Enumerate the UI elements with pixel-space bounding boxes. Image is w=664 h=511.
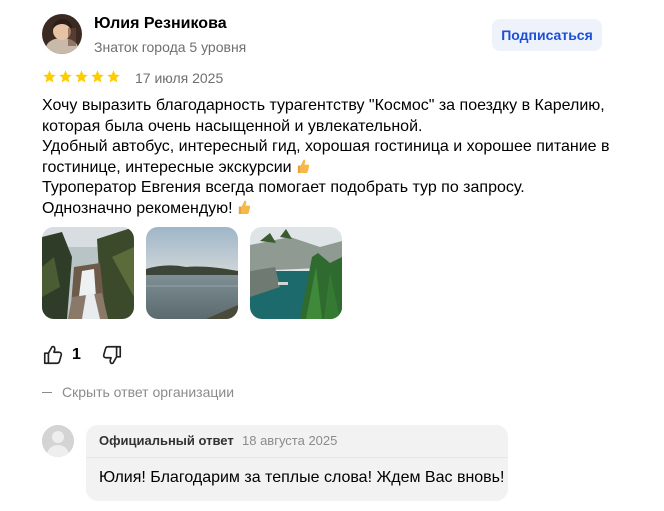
like-count: 1: [72, 346, 81, 363]
star-icon: [75, 70, 88, 83]
rating-stars: [42, 69, 121, 84]
star-icon: [59, 70, 72, 83]
review-text: Хочу выразить благодарность турагентству…: [42, 96, 622, 219]
author-level: Знаток города 5 уровня: [94, 39, 247, 55]
review-paragraph: Хочу выразить благодарность турагентству…: [42, 96, 622, 137]
subscribe-button[interactable]: Подписаться: [492, 19, 602, 51]
hide-answer-toggle[interactable]: Скрыть ответ организации: [42, 384, 234, 400]
star-icon: [107, 70, 120, 83]
review-line: Однозначно рекомендую!: [42, 199, 233, 217]
review-paragraph: Удобный автобус, интересный гид, хорошая…: [42, 137, 622, 178]
review-paragraph: Однозначно рекомендую!: [42, 199, 622, 220]
organization-avatar: [42, 425, 74, 457]
like-button[interactable]: 1: [42, 344, 81, 366]
review-line: Удобный автобус, интересный гид, хорошая…: [42, 138, 610, 176]
official-answer-label: Официальный ответ: [99, 433, 234, 448]
official-answer-text: Юлия! Благодарим за теплые слова! Ждем В…: [99, 469, 505, 486]
dash-icon: [42, 391, 52, 393]
hide-answer-label: Скрыть ответ организации: [62, 384, 235, 400]
review-paragraph: Туроператор Евгения всегда помогает подо…: [42, 178, 622, 199]
thumb-down-icon: [102, 345, 122, 365]
thumb-up-icon: [43, 345, 63, 365]
review-date: 17 июля 2025: [135, 70, 224, 86]
official-answer: Официальный ответ 18 августа 2025 Юлия! …: [86, 425, 508, 501]
star-icon: [43, 70, 56, 83]
star-icon: [91, 70, 104, 83]
dislike-button[interactable]: [101, 344, 123, 371]
review-line: Туроператор Евгения всегда помогает подо…: [42, 179, 525, 196]
author-avatar[interactable]: [42, 14, 82, 54]
review-photos: [42, 227, 342, 319]
thumbs-up-emoji: [238, 200, 250, 214]
marble-canyon-photo[interactable]: [250, 227, 342, 319]
official-answer-date: 18 августа 2025: [242, 433, 338, 448]
answer-bubble: Юлия! Благодарим за теплые слова! Ждем В…: [86, 457, 508, 501]
author-name[interactable]: Юлия Резникова: [94, 15, 227, 33]
waterfall-photo[interactable]: [42, 227, 134, 319]
review-line: Хочу выразить благодарность турагентству…: [42, 97, 605, 135]
lake-photo[interactable]: [146, 227, 238, 319]
thumbs-up-emoji: [297, 159, 309, 173]
